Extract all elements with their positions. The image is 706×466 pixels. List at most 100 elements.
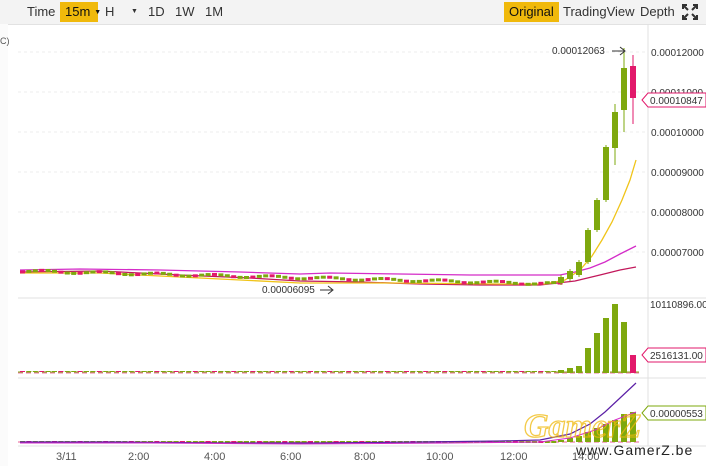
fullscreen-icon[interactable] [680, 2, 704, 22]
candle-up [186, 274, 192, 278]
candle-up [109, 271, 115, 275]
volume-bar [333, 371, 339, 372]
candle-up [52, 269, 57, 273]
candle-down [173, 273, 179, 277]
volume-bar [122, 371, 128, 372]
volume-bar [423, 371, 429, 372]
volume-bar [538, 371, 544, 372]
candle-up [45, 268, 51, 272]
candle-down [346, 278, 352, 282]
volume-bar [416, 371, 422, 372]
price-tick: 0.00008000 [651, 208, 704, 219]
volume-bar [480, 371, 486, 372]
volume-current-text: 2516131.00 [650, 351, 703, 362]
candle-up [84, 271, 89, 275]
volume-bar [461, 371, 467, 372]
candle-up [26, 269, 32, 273]
candle-down [538, 281, 544, 285]
volume-bar [224, 371, 230, 372]
candle-up [436, 278, 441, 282]
time-tick: 10:00 [426, 451, 454, 463]
candle-up [276, 274, 281, 278]
price-axis: 0.00012000 0.00011000 0.00010000 0.00009… [651, 48, 704, 259]
volume-bar [397, 371, 403, 372]
volume-bar [135, 371, 141, 372]
candle-up [576, 262, 582, 275]
volume-bar [314, 371, 320, 372]
candle-down [308, 276, 313, 280]
volume-bar [621, 322, 627, 373]
volume-bar [512, 371, 518, 372]
volume-bar [442, 371, 448, 372]
volume-bar [603, 318, 609, 373]
candle-up [558, 277, 564, 283]
volume-bar [154, 371, 160, 372]
candle-up [160, 271, 166, 275]
interval-1w-button[interactable]: 1W [170, 2, 200, 22]
volume-bar [192, 371, 198, 372]
volume-bar [410, 371, 416, 372]
volume-bar [45, 371, 51, 372]
volume-bar [212, 371, 217, 372]
candle-down [442, 278, 448, 282]
candle-up [167, 272, 173, 276]
candle-down [404, 279, 409, 283]
volume-bar [282, 371, 288, 372]
time-button[interactable]: Time [22, 2, 60, 22]
view-depth-button[interactable]: Depth [635, 2, 680, 22]
candle-up [128, 273, 134, 277]
candle-down [480, 280, 486, 284]
volume-bar [269, 371, 275, 372]
view-original-button[interactable]: Original [504, 2, 559, 22]
volume-bar [250, 371, 256, 372]
view-tradingview-button[interactable]: TradingView [558, 2, 640, 22]
interval-15m-button[interactable]: 15m ▼ [60, 2, 101, 22]
watermark-logo-text: GamerZ [524, 408, 641, 445]
candle-up [594, 200, 600, 230]
interval-1d-button[interactable]: 1D [143, 2, 170, 22]
time-tick: 3/11 [56, 451, 77, 463]
volume-bar [544, 371, 550, 372]
candle-up [391, 277, 397, 281]
volume-bar [237, 371, 243, 372]
high-price-label: 0.00012063 [552, 46, 605, 57]
volume-bar [519, 371, 525, 372]
volume-bar [109, 371, 115, 372]
candle-down [423, 279, 429, 283]
candle-up [141, 272, 147, 276]
price-tick: 0.00012000 [651, 48, 704, 59]
volume-current-tag: 2516131.00 [641, 347, 706, 363]
interval-hour-button[interactable]: H [100, 2, 119, 22]
price-tick: 0.00010000 [651, 128, 704, 139]
volume-bar [630, 355, 636, 373]
candle-up [455, 280, 461, 284]
candlestick-chart[interactable]: 0.00012063 0.00006095 0.00012000 0.00011… [0, 24, 706, 466]
volume-bar [52, 371, 57, 372]
candle-down [39, 268, 45, 272]
price-tick: 0.00007000 [651, 248, 704, 259]
candle-up [71, 271, 77, 275]
volume-bar [359, 371, 365, 372]
candle-up [320, 275, 326, 279]
interval-dropdown-icon[interactable]: ▼ [126, 2, 143, 22]
candle-up [32, 269, 38, 273]
candle-up [448, 279, 454, 283]
volume-bar [288, 371, 294, 372]
candle-up [512, 281, 518, 285]
candle-up [603, 147, 609, 200]
volume-bar [218, 371, 224, 372]
candle-up [64, 271, 70, 275]
low-price-label: 0.00006095 [262, 285, 315, 296]
price-tick: 0.00009000 [651, 168, 704, 179]
volume-bar [295, 371, 301, 372]
volume-bar [180, 371, 185, 372]
expand-arrows-icon [682, 4, 698, 20]
candle-up [410, 280, 416, 284]
candle-down [96, 270, 102, 274]
volume-bar [532, 371, 537, 372]
volume-bar [448, 371, 454, 372]
candle-up [585, 230, 591, 262]
candle-up [122, 272, 128, 276]
interval-1m-button[interactable]: 1M [200, 2, 228, 22]
volume-bar [340, 371, 345, 372]
